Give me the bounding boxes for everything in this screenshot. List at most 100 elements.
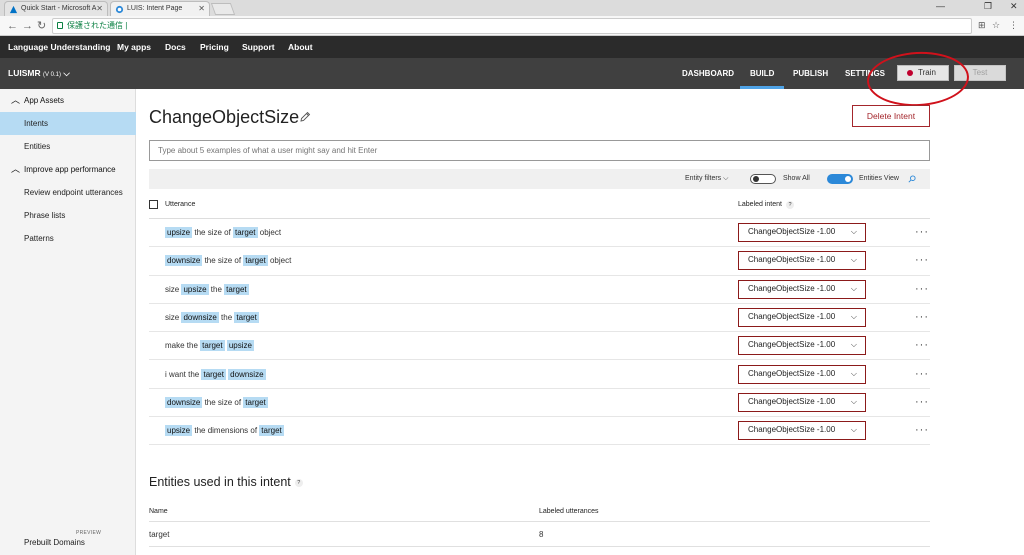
entity-label[interactable]: upsize [165,227,193,238]
pencil-edit-icon[interactable] [299,111,311,123]
sidebar-section-app-assets[interactable]: ︿ App Assets [0,89,136,112]
table-row[interactable]: downsize the size of target object Change… [149,247,930,276]
help-icon[interactable]: ? [785,201,794,209]
close-window-button[interactable]: ✕ [1010,1,1018,12]
delete-intent-button[interactable]: Delete Intent [852,105,930,127]
bookmark-star-icon[interactable]: ☆ [992,20,1000,31]
nav-about[interactable]: About [288,36,313,58]
entity-name[interactable]: target [149,523,169,547]
entity-label[interactable]: upsize [165,425,193,437]
entity-label[interactable]: downsize [228,368,266,380]
entity-label[interactable]: target [200,340,225,352]
menu-icon[interactable]: ⋮ [1009,20,1018,31]
utterance-text[interactable]: downsize the size of target object [165,247,291,275]
entity-label[interactable]: downsize [181,311,219,323]
more-options-icon[interactable]: ··· [915,304,929,330]
nav-pricing[interactable]: Pricing [200,36,229,58]
entity-label[interactable]: target [201,368,226,380]
nav-support[interactable]: Support [242,36,275,58]
sidebar-section-improve[interactable]: ︿ Improve app performance [0,158,136,181]
sidebar-item-prebuilt-domains[interactable]: Prebuilt Domains PREVIEW [24,530,101,547]
utterance-fragment: object [257,228,282,237]
sidebar-item-intents[interactable]: Intents [0,112,136,135]
tab-settings[interactable]: SETTINGS [845,58,885,89]
table-row[interactable]: upsize the size of target object ChangeOb… [149,219,930,248]
labeled-intent-dropdown[interactable]: ChangeObjectSize -1.00 ⌵ [738,279,866,299]
labeled-intent-dropdown[interactable]: ChangeObjectSize -1.00 ⌵ [738,364,866,384]
test-button[interactable]: Test [954,65,1006,81]
utterance-text[interactable]: upsize the dimensions of target [165,417,284,445]
utterance-fragment: i want the [165,369,202,379]
close-tab-icon[interactable]: ✕ [198,2,205,16]
app-selector[interactable]: LUISMR (V 0.1) ⌵ [8,58,70,91]
utterance-text[interactable]: upsize the size of target object [165,219,281,247]
labeled-intent-dropdown[interactable]: ChangeObjectSize -1.00 ⌵ [738,307,866,327]
preview-badge: PREVIEW [76,530,102,536]
entity-label[interactable]: downsize [165,396,203,408]
translate-icon[interactable]: ⊞ [978,20,986,31]
labeled-intent-dropdown[interactable]: ChangeObjectSize -1.00 ⌵ [738,421,866,441]
utterance-input[interactable] [149,140,930,161]
sidebar-item-review-endpoint[interactable]: Review endpoint utterances [0,181,136,204]
new-tab-button[interactable] [210,3,236,15]
labeled-intent-value: ChangeObjectSize -1.00 [748,368,836,378]
table-row[interactable]: upsize the dimensions of target ChangeObj… [149,417,930,446]
maximize-button[interactable]: ❐ [984,1,992,12]
table-row[interactable]: size downsize the target ChangeObjectSize… [149,304,930,333]
more-options-icon[interactable]: ··· [915,219,929,245]
select-all-checkbox[interactable] [149,200,158,209]
utterance-text[interactable]: size upsize the target [165,276,249,304]
reload-icon[interactable]: ↻ [37,19,46,33]
entity-label[interactable]: target [259,425,284,437]
help-icon[interactable]: ? [294,478,303,487]
utterance-text[interactable]: make the target upsize [165,332,254,360]
nav-my-apps[interactable]: My apps [117,36,151,58]
utterance-text[interactable]: size downsize the target [165,304,259,332]
brand-link[interactable]: Language Understanding [8,36,110,58]
entity-label[interactable]: target [243,255,268,267]
utterance-text[interactable]: downsize the size of target [165,389,268,417]
browser-tab-luis[interactable]: LUIS: Intent Page ✕ [110,1,210,16]
sidebar-item-entities[interactable]: Entities [0,135,136,158]
more-options-icon[interactable]: ··· [915,417,929,443]
entity-label[interactable]: downsize [165,255,203,267]
entity-label[interactable]: target [243,396,268,408]
labeled-intent-dropdown[interactable]: ChangeObjectSize -1.00 ⌵ [738,223,866,242]
more-options-icon[interactable]: ··· [915,389,929,415]
entity-label[interactable]: target [224,283,249,295]
more-options-icon[interactable]: ··· [915,332,929,358]
more-options-icon[interactable]: ··· [915,361,929,387]
entity-label[interactable]: upsize [226,340,254,352]
sidebar-item-patterns[interactable]: Patterns [0,227,136,250]
labeled-intent-dropdown[interactable]: ChangeObjectSize -1.00 ⌵ [738,336,866,356]
labeled-intent-dropdown[interactable]: ChangeObjectSize -1.00 ⌵ [738,251,866,271]
table-row[interactable]: i want the target downsize ChangeObjectSi… [149,361,930,389]
entity-filters-dropdown[interactable]: Entity filters ⌵ [685,169,728,189]
table-row[interactable]: make the target upsize ChangeObjectSize -… [149,332,930,361]
url-input[interactable]: 保護された通信 | [52,18,972,34]
search-icon[interactable] [908,175,916,183]
labeled-intent-dropdown[interactable]: ChangeObjectSize -1.00 ⌵ [738,392,866,412]
back-arrow-icon[interactable]: ← [7,19,18,33]
entity-row[interactable]: target 8 [149,523,930,547]
show-all-toggle[interactable] [750,174,776,184]
train-button[interactable]: Train [897,65,949,81]
table-row[interactable]: downsize the size of target ChangeObjectS… [149,389,930,418]
utterance-text[interactable]: i want the target downsize [165,361,266,389]
tab-build[interactable]: BUILD [740,58,785,89]
tab-dashboard[interactable]: DASHBOARD [682,58,734,89]
tab-publish[interactable]: PUBLISH [793,58,828,89]
nav-docs[interactable]: Docs [165,36,186,58]
entities-view-toggle[interactable] [827,174,853,184]
minimize-button[interactable]: — [936,1,945,11]
sidebar-item-phrase-lists[interactable]: Phrase lists [0,204,136,227]
browser-tab-quickstart[interactable]: Quick Start - Microsoft A ✕ [4,1,108,16]
entity-label[interactable]: target [233,227,258,238]
entity-label[interactable]: target [234,311,259,323]
more-options-icon[interactable]: ··· [915,276,929,302]
close-tab-icon[interactable]: ✕ [96,2,103,16]
table-row[interactable]: size upsize the target ChangeObjectSize -… [149,276,930,304]
more-options-icon[interactable]: ··· [915,247,929,273]
entity-label[interactable]: upsize [181,283,209,295]
forward-arrow-icon[interactable]: → [22,19,33,33]
